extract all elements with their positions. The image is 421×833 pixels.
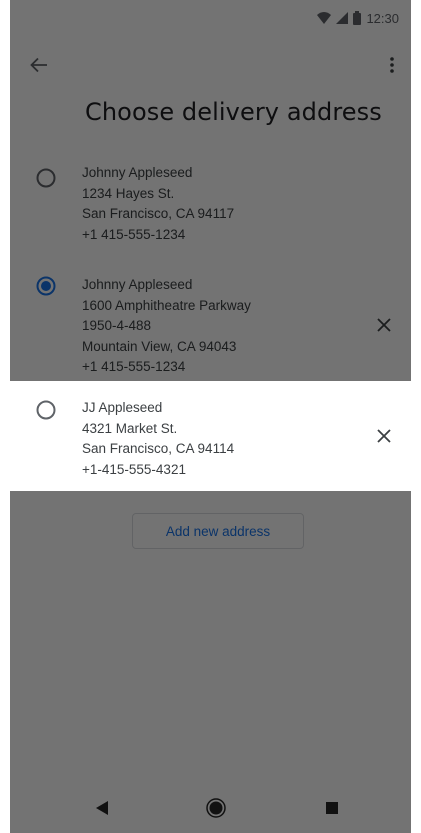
- signal-icon: [336, 12, 349, 24]
- nav-recents-button[interactable]: [320, 796, 344, 820]
- system-nav-bar: [10, 783, 411, 833]
- address-city: San Francisco, CA 94117: [82, 206, 235, 221]
- address-lines: Johnny Appleseed 1600 Amphitheatre Parkw…: [82, 275, 251, 378]
- remove-address-button[interactable]: [369, 310, 399, 340]
- nav-recents-icon: [326, 802, 338, 814]
- address-lines: JJ Appleseed 4321 Market St. San Francis…: [82, 398, 234, 480]
- radio-button-unselected[interactable]: [36, 400, 56, 420]
- address-item-1[interactable]: Johnny Appleseed 1234 Hayes St. San Fran…: [10, 160, 411, 250]
- more-vert-icon: [390, 57, 394, 73]
- address-city: San Francisco, CA 94114: [82, 441, 235, 456]
- address-phone: +1-415-555-4321: [82, 461, 186, 477]
- address-lines: Johnny Appleseed 1234 Hayes St. San Fran…: [82, 163, 234, 245]
- more-options-button[interactable]: [377, 50, 407, 80]
- close-icon: [377, 318, 391, 332]
- arrow-back-icon: [30, 57, 47, 73]
- screen: 12:30 Choose delivery address Johnny App…: [10, 0, 411, 833]
- page-title: Choose delivery address: [85, 98, 382, 126]
- address-item-2[interactable]: Johnny Appleseed 1600 Amphitheatre Parkw…: [10, 272, 411, 380]
- status-time: 12:30: [366, 10, 399, 26]
- nav-home-icon: [206, 798, 226, 818]
- status-bar: 12:30: [10, 0, 411, 36]
- close-icon: [377, 429, 391, 443]
- address-street: 4321 Market St.: [82, 420, 178, 436]
- address-item-3[interactable]: JJ Appleseed 4321 Market St. San Francis…: [10, 381, 411, 491]
- add-new-address-button[interactable]: Add new address: [132, 513, 304, 549]
- app-bar: [10, 44, 411, 84]
- back-button[interactable]: [24, 50, 54, 80]
- radio-button-selected[interactable]: [36, 276, 56, 296]
- address-city: Mountain View, CA 94043: [82, 338, 237, 354]
- nav-back-icon: [96, 801, 108, 815]
- address-name: Johnny Appleseed: [82, 277, 193, 292]
- address-phone: +1 415-555-1234: [82, 359, 186, 374]
- nav-back-button[interactable]: [90, 796, 114, 820]
- remove-address-button[interactable]: [369, 421, 399, 451]
- device-frame: 12:30 Choose delivery address Johnny App…: [10, 0, 411, 833]
- radio-button-unselected[interactable]: [36, 168, 56, 188]
- address-phone: +1 415-555-1234: [82, 226, 186, 242]
- wifi-icon: [317, 12, 332, 24]
- address-street: 1234 Hayes St.: [82, 185, 175, 201]
- address-name: Johnny Appleseed: [82, 165, 193, 180]
- address-name: JJ Appleseed: [82, 400, 163, 415]
- address-street: 1600 Amphitheatre Parkway: [82, 297, 251, 313]
- battery-icon: [353, 11, 362, 25]
- nav-home-button[interactable]: [204, 796, 228, 820]
- address-unit: 1950-4-488: [82, 318, 152, 333]
